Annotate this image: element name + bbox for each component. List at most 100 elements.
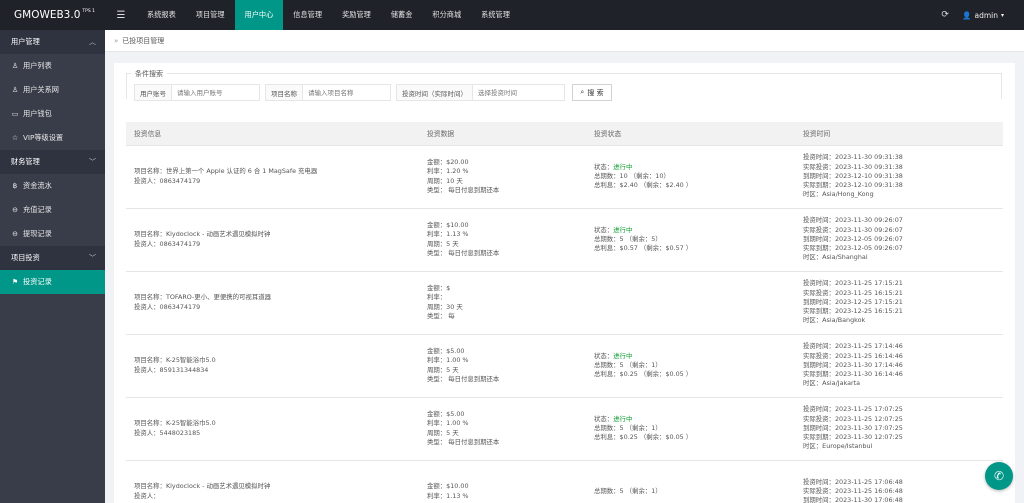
sidebar-item-vip-settings[interactable]: ☆ VIP等级设置 bbox=[0, 126, 105, 150]
wallet-icon: ▭ bbox=[11, 110, 19, 118]
top-nav: ☰ 系统报表 项目管理 用户中心 信息管理 奖励管理 储蓄金 积分商城 系统管理 bbox=[105, 0, 520, 30]
account-input[interactable] bbox=[172, 84, 260, 101]
user-menu[interactable]: 👤 admin ▾ bbox=[962, 11, 1024, 20]
nav-project-management[interactable]: 项目管理 bbox=[186, 0, 235, 30]
cell-time-line: 时区：Asia/Hong_Kong bbox=[803, 190, 874, 199]
sidebar-item-user-wallet[interactable]: ▭ 用户钱包 bbox=[0, 102, 105, 126]
support-icon[interactable]: ✆ bbox=[985, 462, 1013, 490]
cell-data-line: 利率：1.20 % bbox=[427, 167, 469, 176]
cell-info: 项目名称：TOFARO-更小、更便携的可视耳道器 投资人：0863474179 bbox=[126, 271, 419, 335]
cell-time-line: 投资时间：2023-11-25 17:15:21 bbox=[803, 279, 903, 288]
invest-time-picker[interactable] bbox=[473, 84, 565, 101]
nav-savings[interactable]: 储蓄金 bbox=[381, 0, 423, 30]
cell-time-line: 到期时间：2023-11-30 17:07:25 bbox=[803, 423, 903, 432]
content-panel: 条件搜索 用户账号 项目名称 投资时间（实际时间） ⌕ 搜 索 bbox=[114, 63, 1015, 503]
search-field-account: 用户账号 bbox=[134, 84, 260, 101]
sidebar-item-label: 用户关系网 bbox=[23, 85, 59, 94]
brand-name: GMOWEB3.0 bbox=[14, 9, 81, 21]
sidebar-item-fund-flow[interactable]: ฿ 资金流水 bbox=[0, 174, 105, 198]
cell-time: 投资时间：2023-11-30 09:31:38 实际投资：2023-11-30 … bbox=[795, 145, 1003, 209]
sidebar-group-finance[interactable]: 财务管理 ﹀ bbox=[0, 150, 105, 174]
status-label: 状态： bbox=[594, 225, 614, 234]
cell-data-line: 金额：$10.00 bbox=[427, 482, 469, 491]
nav-info-management[interactable]: 信息管理 bbox=[283, 0, 332, 30]
user-name: admin bbox=[974, 10, 998, 20]
chevron-down-icon: ﹀ bbox=[89, 254, 96, 262]
search-icon: ⌕ bbox=[580, 88, 585, 96]
status-line: 总期数：10 （剩余：10） bbox=[594, 171, 670, 180]
project-name-input[interactable] bbox=[303, 84, 391, 101]
table-body: 项目名称：世界上第一个 Apple 认证的 6 合 1 MagSafe 充电器投… bbox=[126, 145, 1003, 503]
cell-data-line: 金额：$ bbox=[427, 283, 451, 292]
nav-system-report[interactable]: 系统报表 bbox=[137, 0, 186, 30]
bitcoin-icon: ฿ bbox=[12, 182, 18, 190]
sidebar-item-label: 充值记录 bbox=[23, 205, 52, 214]
cell-data-line: 周期：5 天 bbox=[427, 365, 459, 374]
cell-time-line: 投资时间：2023-11-30 09:26:07 bbox=[803, 216, 903, 225]
cell-info-line: 项目名称：Klydoclock - 动画艺术遇见模拟时钟 bbox=[134, 482, 271, 491]
table-row: 项目名称：K-25智能浴巾5.0 投资人：859131344834 金额：$5.00… bbox=[126, 334, 1003, 398]
status-line: 总期数：5 （剩余：1） bbox=[594, 360, 662, 369]
nav-points-mall[interactable]: 积分商城 bbox=[422, 0, 471, 30]
sidebar-item-withdraw-records[interactable]: ⊖ 提现记录 bbox=[0, 222, 105, 246]
cell-data-line: 利率：1.00 % bbox=[427, 356, 469, 365]
cell-status: 状态：进行中 总期数：5 （剩余：1） 总利息：$0.25 （剩余：$0.05 ） bbox=[586, 334, 795, 398]
investment-table: 投资信息 投资数据 投资状态 投资时间 项目名称：世界上第一个 Apple 认证… bbox=[126, 122, 1003, 503]
cell-info: 项目名称：Klydoclock - 动画艺术遇见模拟时钟 投资人：08634741… bbox=[126, 208, 419, 272]
cell-data-line: 利率：1.13 % bbox=[427, 230, 469, 239]
cell-time-line: 实际投资：2023-11-25 12:07:25 bbox=[803, 414, 903, 423]
column-header[interactable]: 投资时间 bbox=[795, 122, 1003, 146]
refresh-icon[interactable]: ⟳ bbox=[928, 0, 962, 30]
chevron-down-icon: ▾ bbox=[1000, 11, 1004, 19]
status-line: 状态：进行中 bbox=[594, 163, 795, 172]
column-header[interactable]: 投资信息 bbox=[126, 122, 419, 146]
cell-time-line: 到期时间：2023-12-05 09:26:07 bbox=[803, 234, 903, 243]
user-icon: 👤 bbox=[962, 10, 972, 20]
table-row: 项目名称：K-25智能浴巾5.0 投资人：5448023185 金额：$5.00 利率… bbox=[126, 397, 1003, 461]
main-content: » 已投项目管理 条件搜索 用户账号 项目名称 投资时间（实际时间） ⌕ 搜 索 bbox=[105, 30, 1024, 503]
cell-time-line: 时区：Asia/Jakarta bbox=[803, 379, 861, 388]
cell-info-line: 投资人： bbox=[134, 491, 160, 500]
status-line: 状态：进行中 bbox=[594, 226, 795, 235]
status-badge: 进行中 bbox=[613, 414, 633, 423]
cell-data-line: 利率： bbox=[427, 293, 447, 302]
nav-reward-management[interactable]: 奖励管理 bbox=[332, 0, 381, 30]
sidebar-item-label: 提现记录 bbox=[23, 229, 52, 238]
cell-data-line: 利率：1.00 % bbox=[427, 419, 469, 428]
nav-user-center[interactable]: 用户中心 bbox=[234, 0, 284, 30]
cell-data-line: 金额：$20.00 bbox=[427, 157, 469, 166]
field-label: 项目名称 bbox=[265, 84, 303, 101]
sidebar-group-user-management[interactable]: 用户管理 ︿ bbox=[0, 30, 105, 54]
cell-data-line: 周期：5 天 bbox=[427, 428, 459, 437]
user-group-icon: ♙ bbox=[11, 86, 19, 94]
chevron-down-icon: ﹀ bbox=[89, 158, 96, 166]
table-row: 项目名称：TOFARO-更小、更便携的可视耳道器 投资人：0863474179 金额… bbox=[126, 271, 1003, 335]
sidebar-item-investment-records[interactable]: ⚑ 投资记录 bbox=[0, 270, 105, 294]
search-button[interactable]: ⌕ 搜 索 bbox=[572, 84, 612, 101]
cell-time-line: 投资时间：2023-11-25 17:07:25 bbox=[803, 405, 903, 414]
sidebar-item-label: 用户钱包 bbox=[23, 109, 52, 118]
flag-icon: ⚑ bbox=[11, 278, 19, 286]
sidebar-item-recharge-records[interactable]: ⊖ 充值记录 bbox=[0, 198, 105, 222]
star-icon: ☆ bbox=[11, 134, 19, 142]
column-header[interactable]: 投资状态 bbox=[586, 122, 795, 146]
sidebar-group-project-investment[interactable]: 项目投资 ﹀ bbox=[0, 246, 105, 270]
sidebar-item-user-network[interactable]: ♙ 用户关系网 bbox=[0, 78, 105, 102]
sidebar-item-user-list[interactable]: ♙ 用户列表 bbox=[0, 54, 105, 78]
column-header[interactable]: 投资数据 bbox=[419, 122, 586, 146]
recharge-icon: ⊖ bbox=[12, 206, 18, 214]
cell-time: 投资时间：2023-11-25 17:06:48 实际投资：2023-11-25 … bbox=[795, 460, 1003, 503]
search-button-label: 搜 索 bbox=[587, 88, 604, 97]
brand-logo[interactable]: GMOWEB3.0 TPS 1 bbox=[0, 0, 105, 30]
status-badge: 进行中 bbox=[613, 225, 633, 234]
breadcrumb: » 已投项目管理 bbox=[105, 30, 1024, 52]
cell-status: 状态：进行中 总期数：10 （剩余：10） 总利息：$2.40 （剩余：$2.40 … bbox=[586, 145, 795, 209]
cell-time-line: 实际投资：2023-11-25 16:15:21 bbox=[803, 288, 903, 297]
cell-time-line: 投资时间：2023-11-25 17:14:46 bbox=[803, 342, 903, 351]
status-badge: 进行中 bbox=[613, 162, 633, 171]
hamburger-icon[interactable]: ☰ bbox=[105, 0, 137, 30]
search-legend: 条件搜索 bbox=[131, 69, 167, 79]
nav-system-management[interactable]: 系统管理 bbox=[471, 0, 520, 30]
cell-status bbox=[586, 271, 795, 335]
cell-info: 项目名称：K-25智能浴巾5.0 投资人：5448023185 bbox=[126, 397, 419, 461]
